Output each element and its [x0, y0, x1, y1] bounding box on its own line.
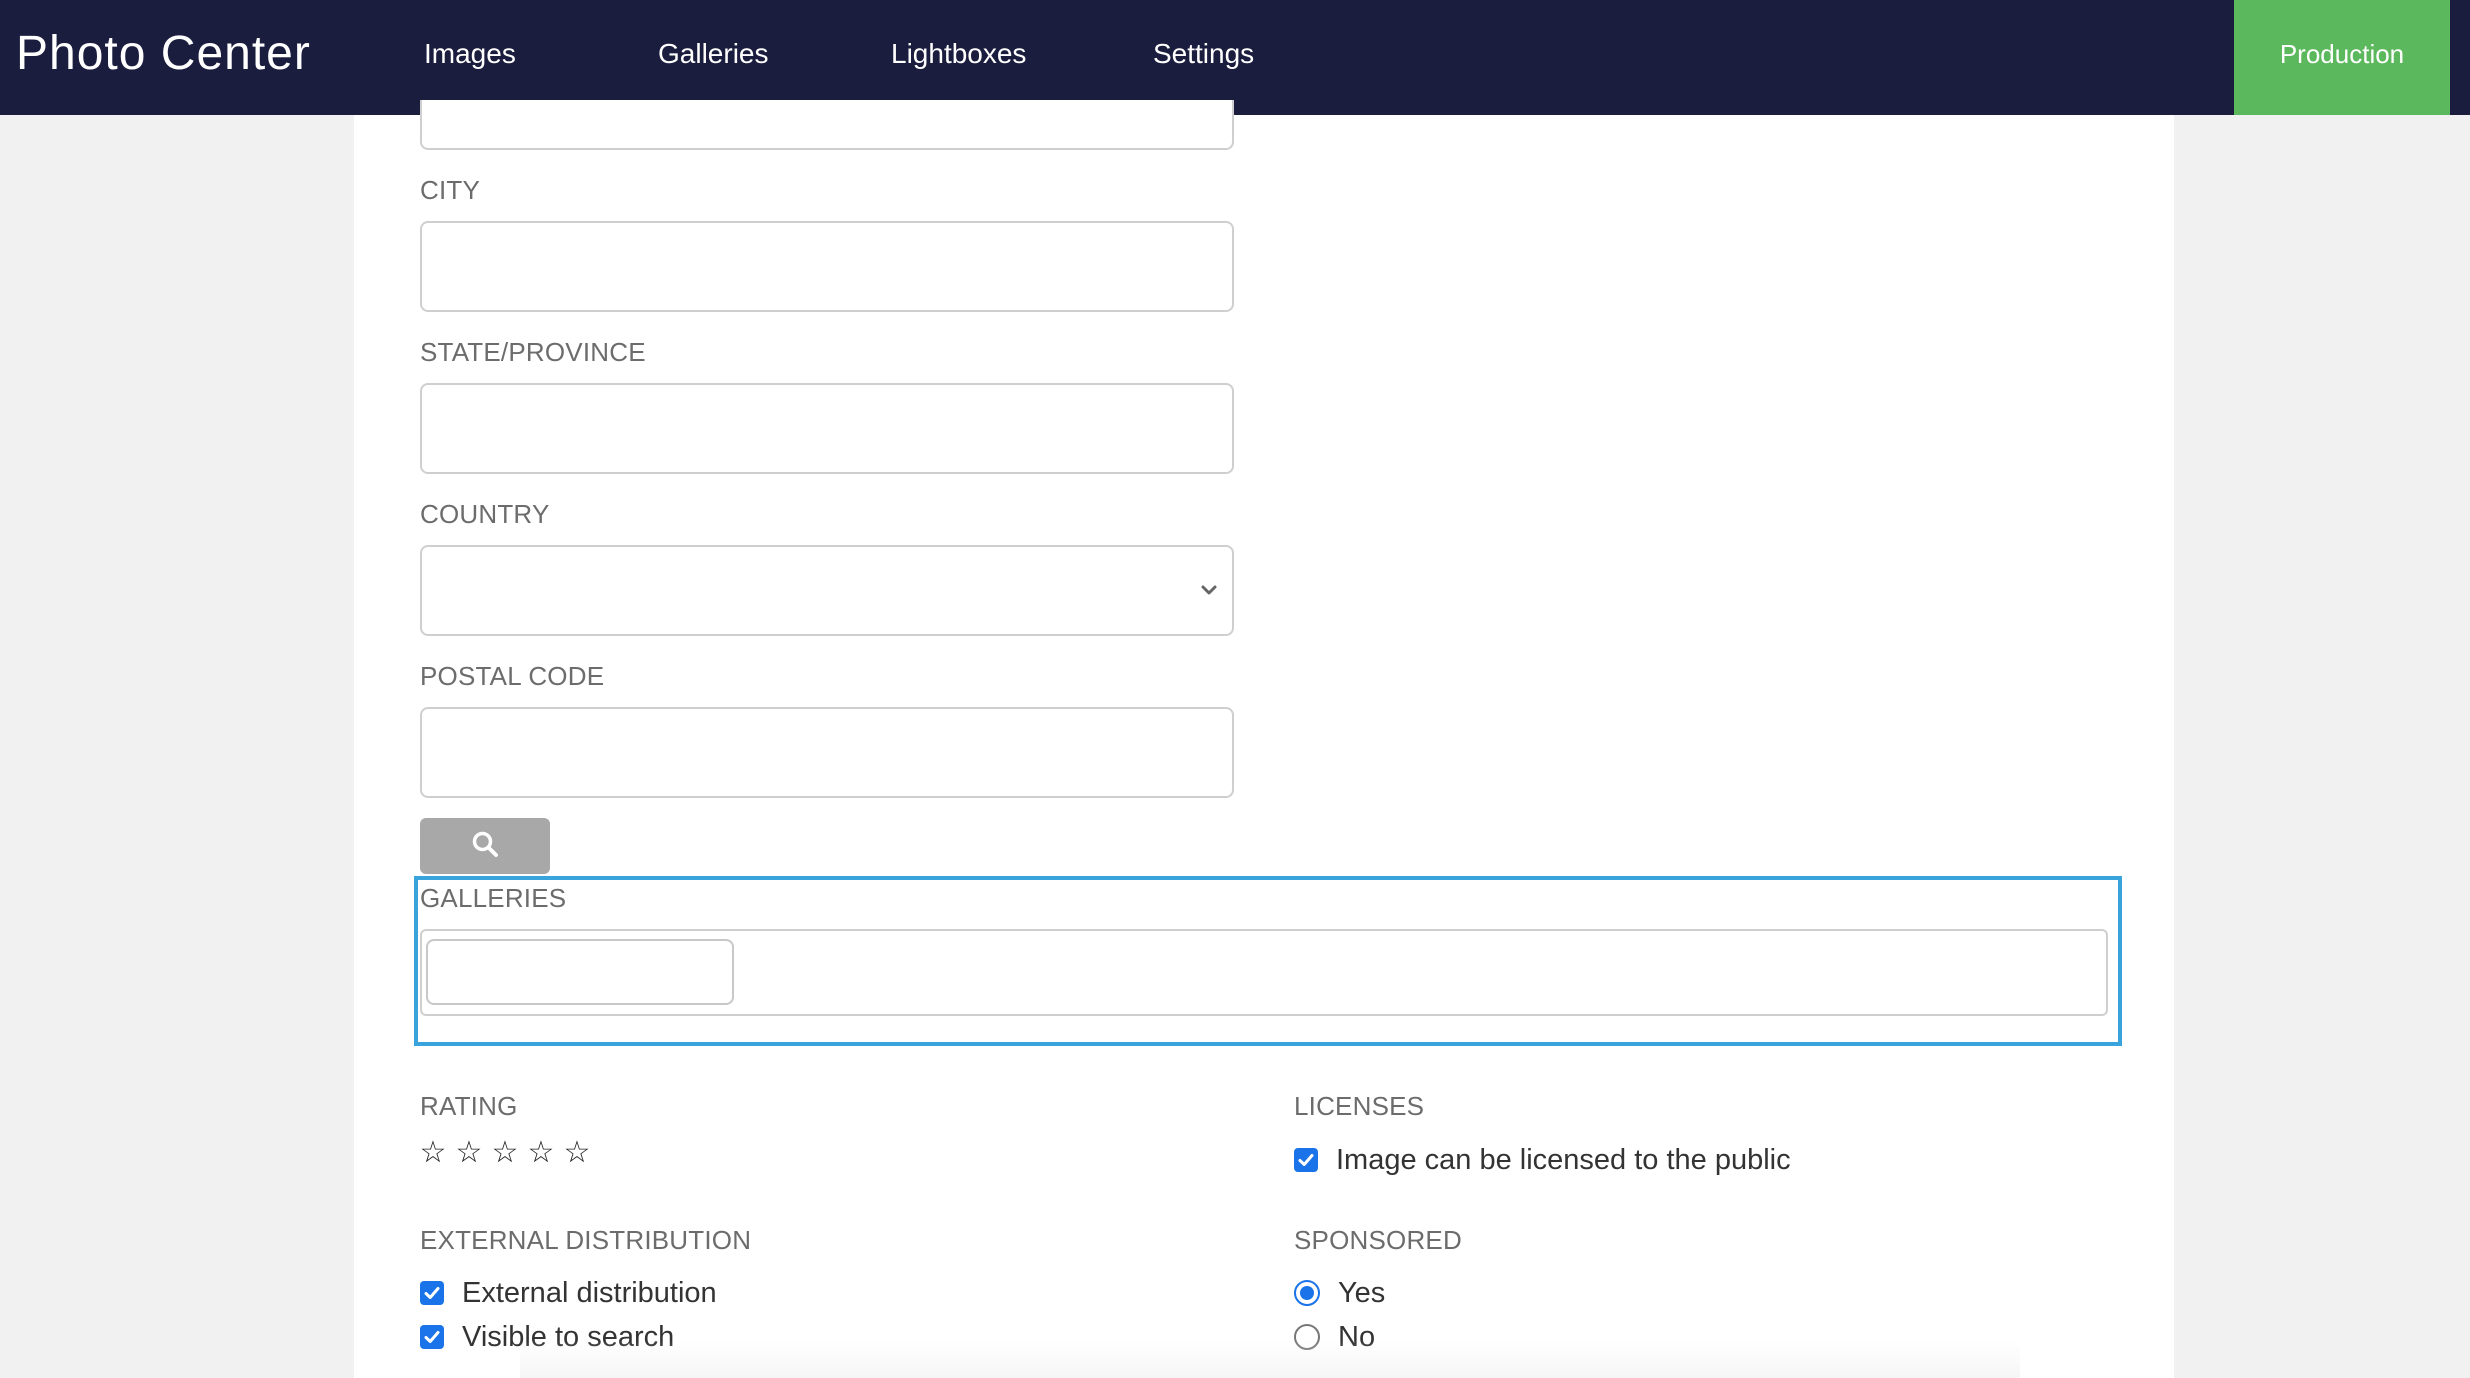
- city-input[interactable]: [420, 221, 1234, 312]
- chevron-down-icon: [1196, 577, 1222, 603]
- sponsored-no-label: No: [1338, 1321, 1376, 1353]
- sponsored-yes-row: Yes: [1294, 1275, 1385, 1311]
- visible-to-search-checkbox[interactable]: [420, 1325, 444, 1349]
- star-icon-2[interactable]: ☆: [454, 1133, 484, 1173]
- license-public-row: Image can be licensed to the public: [1294, 1142, 1791, 1178]
- nav-galleries[interactable]: Galleries: [658, 34, 768, 74]
- license-public-checkbox[interactable]: [1294, 1148, 1318, 1172]
- sponsored-no-row: No: [1294, 1319, 1375, 1355]
- star-icon-1[interactable]: ☆: [418, 1133, 448, 1173]
- galleries-tag-field[interactable]: [420, 929, 2108, 1016]
- galleries-input[interactable]: [426, 939, 734, 1005]
- star-icon-5[interactable]: ☆: [562, 1133, 592, 1173]
- country-select[interactable]: [420, 545, 1234, 636]
- state-input[interactable]: [420, 383, 1234, 474]
- external-distribution-option-label: External distribution: [462, 1277, 717, 1309]
- visible-to-search-label: Visible to search: [462, 1321, 675, 1353]
- sponsored-yes-label: Yes: [1338, 1277, 1386, 1309]
- top-navbar: Photo Center Images Galleries Lightboxes…: [0, 0, 2470, 115]
- visible-to-search-row: Visible to search: [420, 1319, 674, 1355]
- search-icon: [471, 830, 499, 863]
- external-distribution-label: EXTERNAL DISTRIBUTION: [420, 1225, 752, 1255]
- license-public-label: Image can be licensed to the public: [1336, 1144, 1791, 1176]
- external-distribution-checkbox[interactable]: [420, 1281, 444, 1305]
- postal-code-input[interactable]: [420, 707, 1234, 798]
- licenses-label: LICENSES: [1294, 1091, 1425, 1121]
- address-input-partial[interactable]: [420, 100, 1234, 150]
- state-label: STATE/PROVINCE: [420, 337, 646, 367]
- sponsored-label: SPONSORED: [1294, 1225, 1462, 1255]
- nav-lightboxes[interactable]: Lightboxes: [891, 34, 1026, 74]
- nav-settings[interactable]: Settings: [1153, 34, 1254, 74]
- postal-code-label: POSTAL CODE: [420, 661, 605, 691]
- city-label: CITY: [420, 175, 481, 205]
- sponsored-yes-radio[interactable]: [1294, 1280, 1320, 1306]
- star-icon-3[interactable]: ☆: [490, 1133, 520, 1173]
- nav-images[interactable]: Images: [424, 34, 516, 74]
- app-title[interactable]: Photo Center: [16, 22, 311, 86]
- location-search-button[interactable]: [420, 818, 550, 874]
- star-icon-4[interactable]: ☆: [526, 1133, 556, 1173]
- sponsored-no-radio[interactable]: [1294, 1324, 1320, 1350]
- rating-stars: ☆ ☆ ☆ ☆ ☆: [418, 1133, 592, 1173]
- galleries-label: GALLERIES: [420, 883, 567, 913]
- external-distribution-row: External distribution: [420, 1275, 717, 1311]
- environment-badge[interactable]: Production: [2234, 0, 2450, 115]
- country-label: COUNTRY: [420, 499, 550, 529]
- rating-label: RATING: [420, 1091, 518, 1121]
